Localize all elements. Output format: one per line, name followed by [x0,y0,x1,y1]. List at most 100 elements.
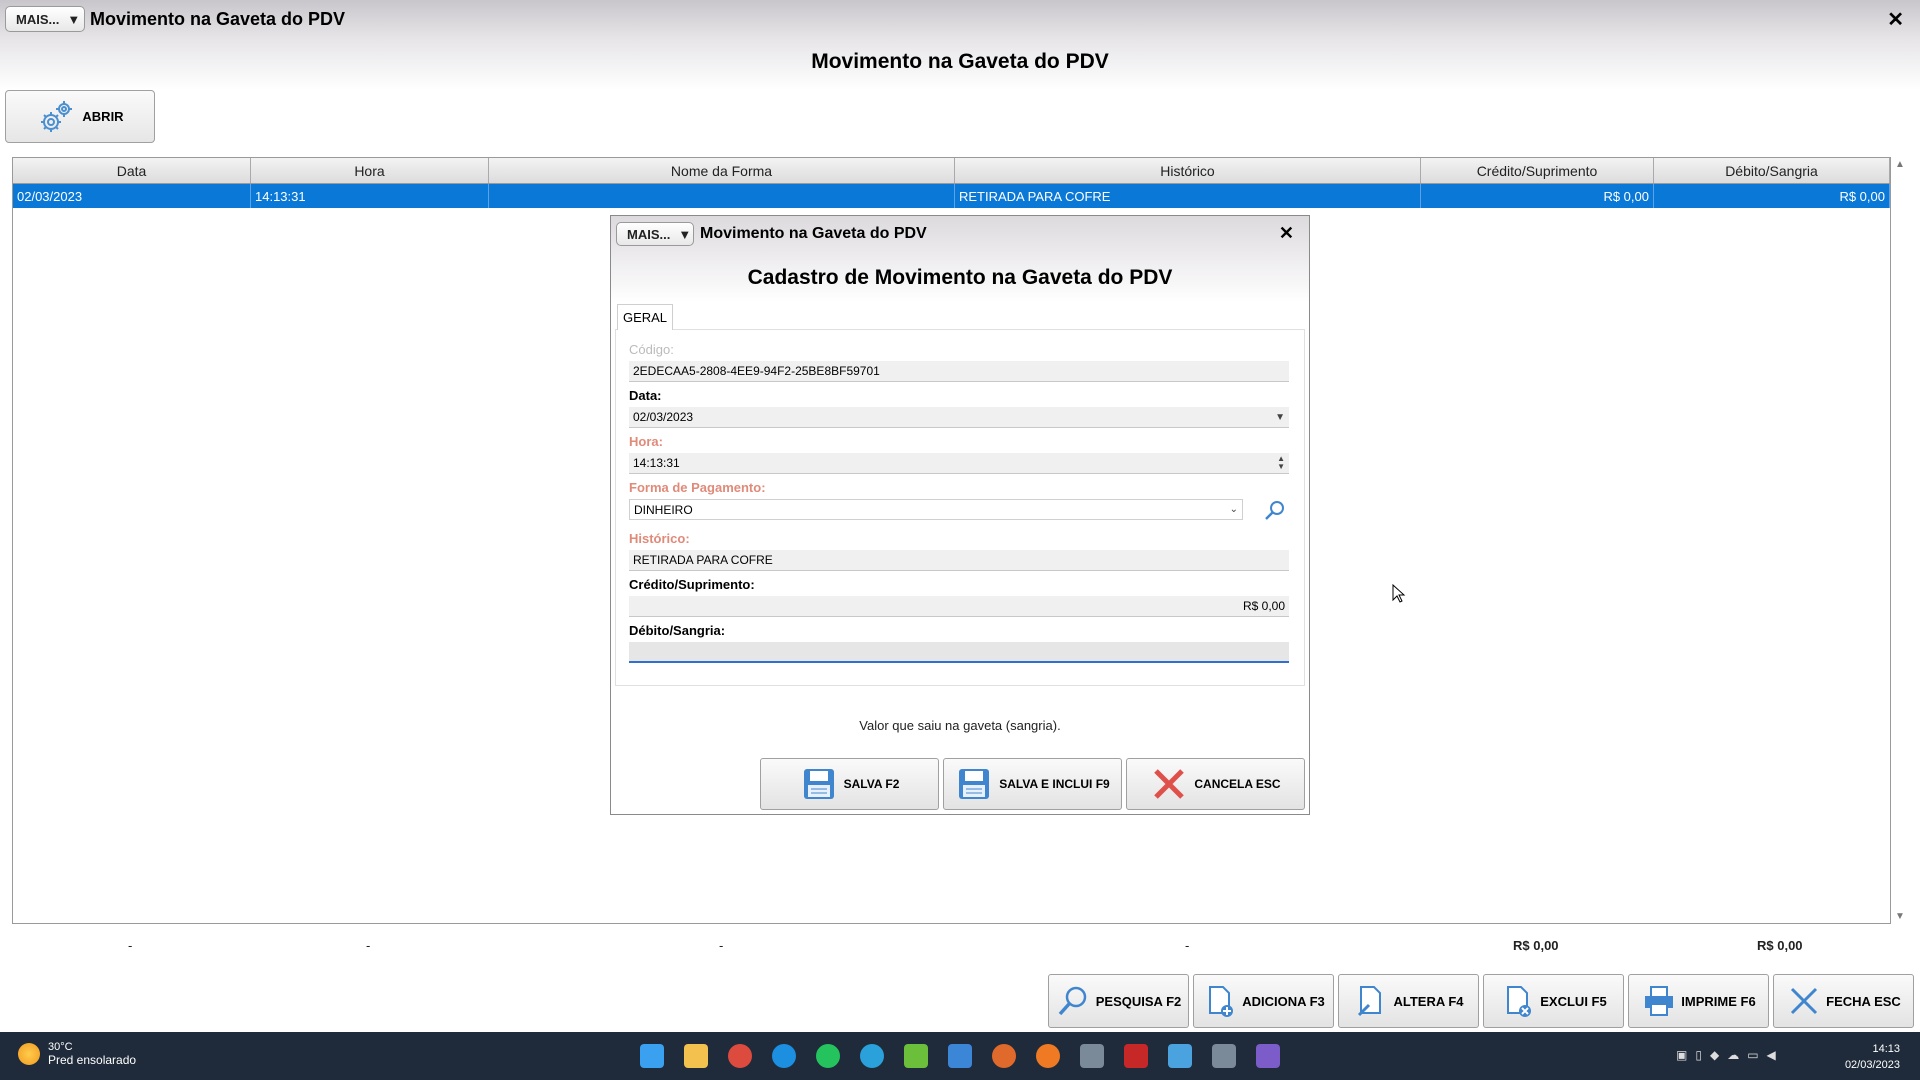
data-date-picker[interactable]: 02/03/2023 ▼ [629,407,1289,428]
adiciona-button[interactable]: ADICIONA F3 [1193,974,1334,1028]
total-credito: R$ 0,00 [1513,938,1559,953]
historico-label: Histórico: [629,531,690,546]
file-explorer-icon[interactable] [684,1044,708,1068]
abrir-button[interactable]: ABRIR [5,90,155,143]
fecha-button[interactable]: FECHA ESC [1773,974,1914,1028]
dialog-titlebar: MAIS... ▼ Movimento na Gaveta do PDV ✕ [611,216,1309,252]
hora-value: 14:13:31 [633,456,680,470]
cell-data: 02/03/2023 [13,184,251,208]
delete-document-icon [1507,986,1532,1017]
os-taskbar: 30°C Pred ensolarado ▣ ▯ ◆ ☁ ▭ ◀ 14:13 0… [0,1032,1920,1080]
filezilla-icon[interactable] [1124,1044,1148,1068]
imprime-label: IMPRIME F6 [1681,993,1756,1009]
system-tray[interactable]: ▣ ▯ ◆ ☁ ▭ ◀ [1676,1048,1776,1062]
total-nome-forma: - [719,938,724,953]
column-header-credito[interactable]: Crédito/Suprimento [1421,158,1654,183]
whatsapp-icon[interactable] [816,1044,840,1068]
pesquisa-button[interactable]: PESQUISA F2 [1048,974,1189,1028]
debito-field[interactable] [629,642,1289,663]
exclui-button[interactable]: EXCLUI F5 [1483,974,1624,1028]
scroll-down-icon[interactable]: ▼ [1895,911,1905,922]
codigo-label: Código: [629,342,674,357]
tray-cloud-icon[interactable]: ☁ [1727,1048,1739,1062]
column-header-historico[interactable]: Histórico [955,158,1421,183]
altera-button[interactable]: ALTERA F4 [1338,974,1479,1028]
add-document-icon [1209,986,1234,1017]
system-clock[interactable]: 14:13 02/03/2023 [1845,1041,1900,1073]
cell-nome-forma [489,184,955,208]
cancela-label: CANCELA ESC [1194,777,1281,791]
historico-value: RETIRADA PARA COFRE [633,553,773,567]
video-editor-icon[interactable] [1256,1044,1280,1068]
column-header-data[interactable]: Data [13,158,251,183]
cancel-x-icon [1154,769,1185,799]
window-titlebar: MAIS... ▼ Movimento na Gaveta do PDV ✕ [0,0,1920,38]
tray-app-icon[interactable]: ▣ [1676,1048,1687,1062]
app-s-active-icon[interactable] [1212,1044,1236,1068]
search-icon[interactable] [1263,498,1287,522]
grid-header: Data Hora Nome da Forma Histórico Crédit… [13,158,1890,184]
cell-credito: R$ 0,00 [1421,184,1654,208]
chevron-down-icon[interactable]: ▼ [1275,412,1285,423]
abrir-label: ABRIR [82,109,124,124]
remote-desktop-icon[interactable] [948,1044,972,1068]
dialog-close-button[interactable]: ✕ [1279,223,1294,244]
notepad-icon[interactable] [1168,1044,1192,1068]
field-hint: Valor que saiu na gaveta (sangria). [859,718,1061,733]
total-data: - [128,938,133,953]
weather-widget[interactable]: 30°C Pred ensolarado [18,1041,136,1067]
cancela-button[interactable]: CANCELA ESC [1126,758,1305,810]
search-icon [1058,986,1086,1016]
page-title: Movimento na Gaveta do PDV [811,50,1109,73]
credito-label: Crédito/Suprimento: [629,577,755,592]
weather-temp: 30°C [48,1041,73,1053]
chevron-down-icon[interactable]: ⌄ [1230,504,1238,515]
credito-field[interactable]: R$ 0,00 [629,596,1289,617]
tray-shield-icon[interactable]: ◆ [1710,1048,1719,1062]
spinner-arrows-icon[interactable]: ▲ ▼ [1277,455,1285,471]
scroll-up-icon[interactable]: ▲ [1895,159,1905,170]
window-title: Movimento na Gaveta do PDV [90,9,346,29]
app-s-icon[interactable] [1080,1044,1104,1068]
tray-battery-icon[interactable]: ▯ [1695,1048,1702,1062]
weather-desc: Pred ensolarado [48,1053,137,1067]
start-icon[interactable] [640,1044,664,1068]
mouse-pointer-icon [1392,584,1406,603]
table-row[interactable]: 02/03/2023 14:13:31 RETIRADA PARA COFRE … [13,184,1890,208]
save-icon [803,769,834,799]
tray-network-icon[interactable]: ▭ [1747,1048,1758,1062]
dialog-title: Movimento na Gaveta do PDV [700,225,927,242]
tray-volume-icon[interactable]: ◀ [1767,1048,1776,1062]
column-header-hora[interactable]: Hora [251,158,489,183]
tab-geral[interactable]: GERAL [617,304,673,330]
hora-label: Hora: [629,434,663,449]
salva-button[interactable]: SALVA F2 [760,758,939,810]
mais-menu-button[interactable]: MAIS... ▼ [5,6,85,32]
hora-time-spinner[interactable]: 14:13:31 ▲ ▼ [629,453,1289,474]
forma-pagamento-label: Forma de Pagamento: [629,480,766,495]
chrome-icon[interactable] [728,1044,752,1068]
salva-e-inclui-label: SALVA E INCLUI F9 [999,777,1110,791]
column-header-nome-forma[interactable]: Nome da Forma [489,158,955,183]
column-header-debito[interactable]: Débito/Sangria [1654,158,1890,183]
data-label: Data: [629,388,662,403]
vertical-scrollbar[interactable]: ▲ ▼ [1893,157,1907,924]
edit-document-icon [1358,986,1382,1017]
historico-field[interactable]: RETIRADA PARA COFRE [629,550,1289,571]
salva-e-inclui-button[interactable]: SALVA E INCLUI F9 [943,758,1122,810]
clock-date: 02/03/2023 [1844,1059,1900,1071]
telegram-icon[interactable] [860,1044,884,1068]
pesquisa-label: PESQUISA F2 [1095,993,1182,1009]
close-window-button[interactable]: ✕ [1887,7,1904,32]
app-icon[interactable] [992,1044,1016,1068]
forma-pagamento-select[interactable]: DINHEIRO ⌄ [629,499,1243,520]
spreadsheet-icon[interactable] [904,1044,928,1068]
firefox-icon[interactable] [1036,1044,1060,1068]
cell-historico: RETIRADA PARA COFRE [955,184,1421,208]
imprime-button[interactable]: IMPRIME F6 [1628,974,1769,1028]
cell-hora: 14:13:31 [251,184,489,208]
dialog-mais-menu-button[interactable]: MAIS... ▼ [616,222,694,246]
total-debito: R$ 0,00 [1757,938,1803,953]
adiciona-label: ADICIONA F3 [1242,993,1325,1009]
edge-icon[interactable] [772,1044,796,1068]
